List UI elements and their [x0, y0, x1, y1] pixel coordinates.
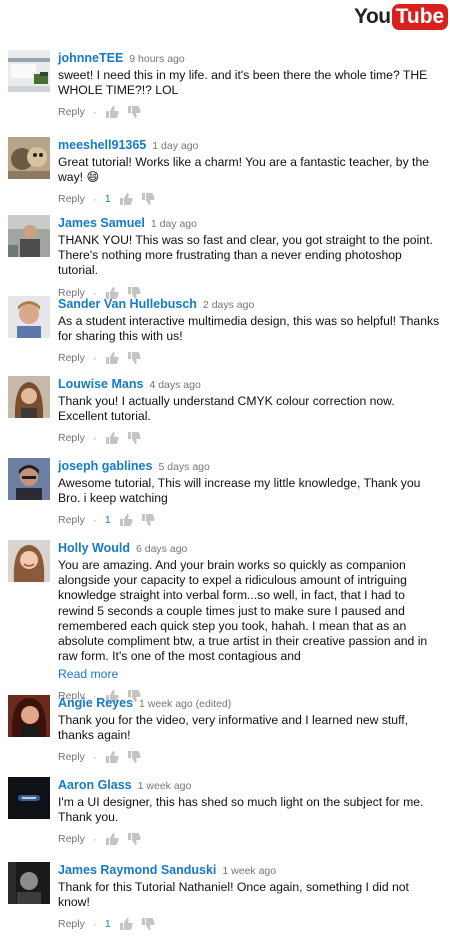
avatar[interactable] — [8, 137, 50, 179]
separator-dot: · — [92, 105, 97, 120]
comment-author[interactable]: Angie Reyes — [58, 696, 133, 710]
comment-text: Great tutorial! Works like a charm! You … — [58, 155, 430, 185]
reply-button[interactable]: Reply — [58, 106, 85, 118]
reply-button[interactable]: Reply — [58, 432, 85, 444]
thumbs-up-icon[interactable] — [105, 105, 119, 119]
thumbs-up-icon[interactable] — [105, 832, 119, 846]
logo-you-text: You — [354, 5, 391, 28]
comment-actions: Reply · — [58, 105, 442, 119]
like-count: 1 — [104, 193, 111, 206]
comment-author[interactable]: Louwise Mans — [58, 377, 143, 391]
thumbs-down-icon[interactable] — [141, 513, 155, 527]
comment-actions: Reply · — [58, 832, 442, 846]
avatar[interactable] — [8, 777, 50, 819]
separator-dot: · — [92, 192, 97, 207]
separator-dot: · — [92, 513, 97, 528]
thumbs-down-icon[interactable] — [127, 750, 141, 764]
avatar[interactable] — [8, 862, 50, 904]
separator-dot: · — [92, 750, 97, 765]
thumbs-down-icon[interactable] — [141, 917, 155, 931]
avatar[interactable] — [8, 296, 50, 338]
reply-button[interactable]: Reply — [58, 514, 85, 526]
thumbs-up-icon[interactable] — [105, 431, 119, 445]
comment-text: As a student interactive multimedia desi… — [58, 314, 440, 344]
logo-tube-text: Tube — [391, 4, 449, 30]
avatar[interactable] — [8, 215, 50, 257]
avatar[interactable] — [8, 458, 50, 500]
comment-time[interactable]: 1 day ago — [151, 218, 197, 230]
comment-text: THANK YOU! This was so fast and clear, y… — [58, 233, 433, 278]
comment-time[interactable]: 1 week ago (edited) — [139, 698, 231, 710]
comment-author[interactable]: James Samuel — [58, 216, 145, 230]
thumbs-down-icon[interactable] — [127, 351, 141, 365]
comment-text: Thank you for the video, very informativ… — [58, 713, 409, 743]
thumbs-up-icon[interactable] — [119, 192, 133, 206]
comment-time[interactable]: 1 week ago — [222, 865, 276, 877]
thumbs-down-icon[interactable] — [127, 431, 141, 445]
thumbs-down-icon[interactable] — [127, 832, 141, 846]
comment-author[interactable]: Aaron Glass — [58, 778, 132, 792]
comment-text: Awesome tutorial, This will increase my … — [58, 476, 421, 506]
separator-dot: · — [92, 832, 97, 847]
comment-author[interactable]: meeshell91365 — [58, 138, 146, 152]
separator-dot: · — [92, 917, 97, 932]
comment-time[interactable]: 9 hours ago — [129, 53, 184, 65]
comment-text: Thank for this Tutorial Nathaniel! Once … — [58, 880, 409, 910]
comment-text: sweet! I need this in my life. and it's … — [58, 68, 428, 98]
comment-author[interactable]: joseph gablines — [58, 459, 152, 473]
reply-button[interactable]: Reply — [58, 352, 85, 364]
reply-button[interactable]: Reply — [58, 833, 85, 845]
comment-actions: Reply · — [58, 431, 442, 445]
avatar[interactable] — [8, 695, 50, 737]
comment-author[interactable]: James Raymond Sanduski — [58, 863, 216, 877]
comment-time[interactable]: 5 days ago — [158, 461, 209, 473]
comment-time[interactable]: 2 days ago — [203, 299, 254, 311]
comment-time[interactable]: 4 days ago — [149, 379, 200, 391]
avatar[interactable] — [8, 50, 50, 92]
comment-time[interactable]: 6 days ago — [136, 543, 187, 555]
thumbs-up-icon[interactable] — [105, 750, 119, 764]
comment-text: I'm a UI designer, this has shed so much… — [58, 795, 424, 825]
thumbs-up-icon[interactable] — [119, 513, 133, 527]
comment-text: You are amazing. And your brain works so… — [58, 558, 428, 664]
comment-author[interactable]: Sander Van Hullebusch — [58, 297, 197, 311]
comment-author[interactable]: Holly Would — [58, 541, 130, 555]
thumbs-down-icon[interactable] — [127, 105, 141, 119]
separator-dot: · — [92, 351, 97, 366]
separator-dot: · — [92, 431, 97, 446]
comment-actions: Reply · — [58, 750, 442, 764]
comment-actions: Reply · 1 — [58, 192, 442, 206]
read-more-link[interactable]: Read more — [58, 667, 442, 682]
like-count: 1 — [104, 918, 111, 931]
avatar[interactable] — [8, 540, 50, 582]
comment-author[interactable]: johnneTEE — [58, 51, 123, 65]
thumbs-down-icon[interactable] — [141, 192, 155, 206]
comment-actions: Reply · — [58, 351, 442, 365]
comment-time[interactable]: 1 day ago — [152, 140, 198, 152]
reply-button[interactable]: Reply — [58, 193, 85, 205]
comment-time[interactable]: 1 week ago — [138, 780, 192, 792]
comment-text: Thank you! I actually understand CMYK co… — [58, 394, 395, 424]
youtube-logo[interactable]: You Tube — [354, 4, 449, 30]
thumbs-up-icon[interactable] — [119, 917, 133, 931]
avatar[interactable] — [8, 376, 50, 418]
comment-actions: Reply · 1 — [58, 513, 442, 527]
reply-button[interactable]: Reply — [58, 751, 85, 763]
like-count: 1 — [104, 514, 111, 527]
thumbs-up-icon[interactable] — [105, 351, 119, 365]
reply-button[interactable]: Reply — [58, 918, 85, 930]
comment-actions: Reply · 1 — [58, 917, 442, 931]
